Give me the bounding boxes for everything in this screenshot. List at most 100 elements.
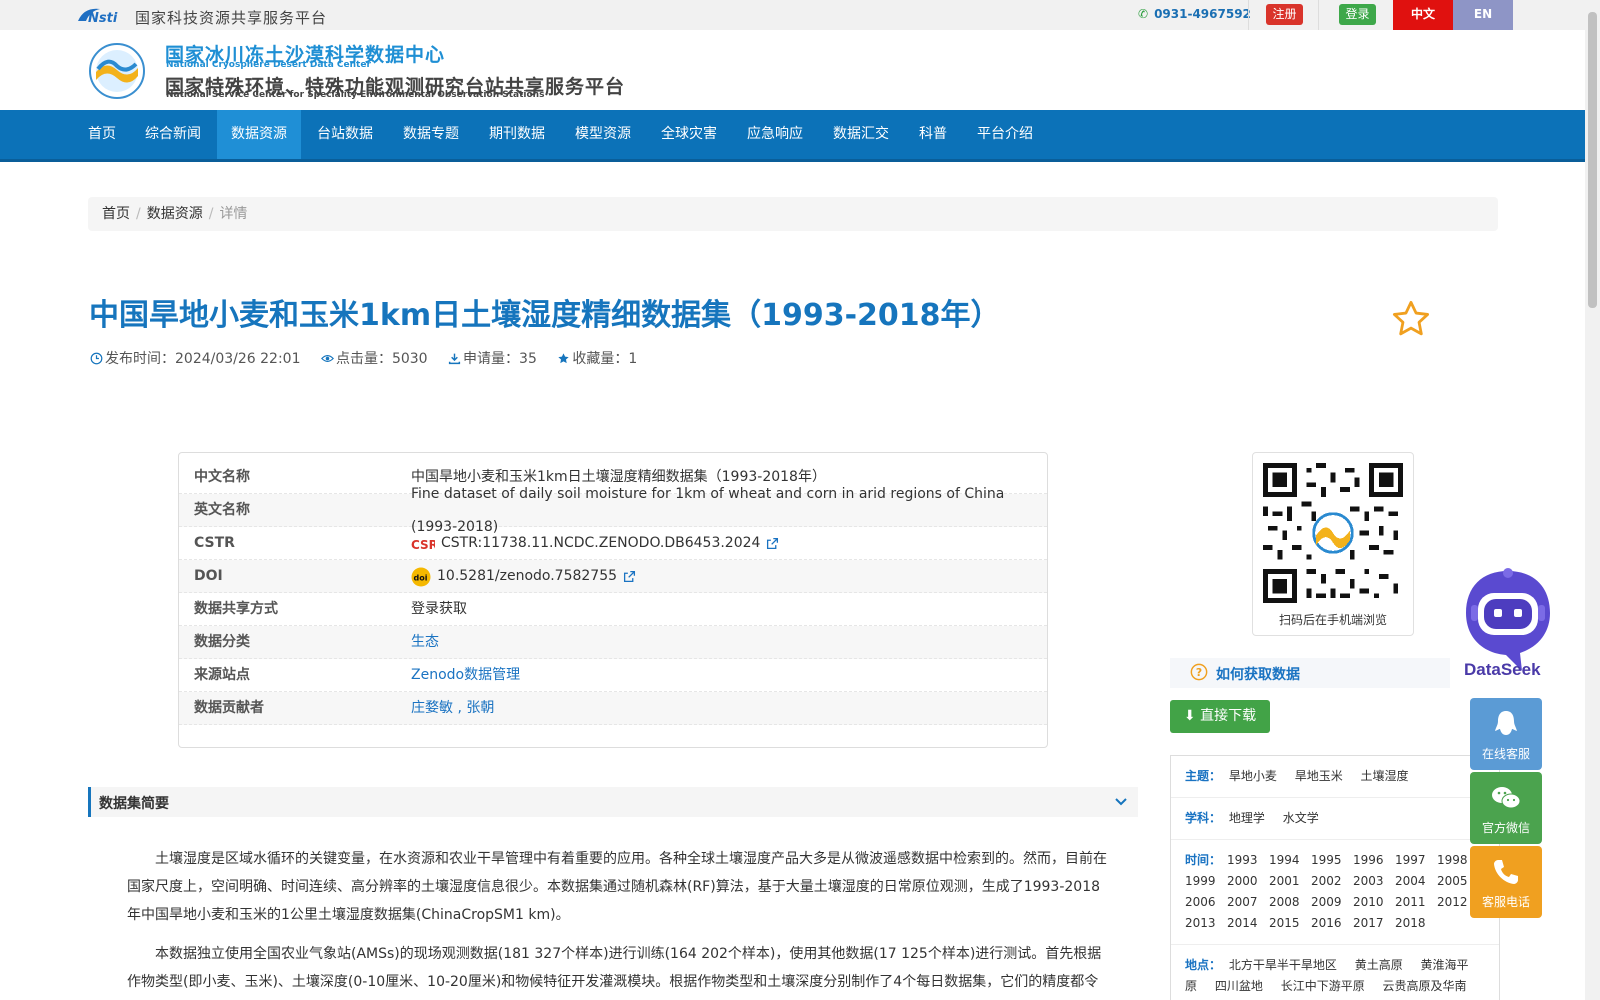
lang-zh-button[interactable]: 中文 <box>1393 0 1453 30</box>
source-site-link[interactable]: Zenodo数据管理 <box>411 659 520 692</box>
lang-en-button[interactable]: EN <box>1453 0 1513 30</box>
data-center-logo-icon[interactable] <box>88 42 146 100</box>
nav-item-data-submission[interactable]: 数据汇交 <box>819 110 903 159</box>
tag-year[interactable]: 2011 <box>1395 892 1433 913</box>
service-phone-label: 客服电话 <box>1481 895 1530 909</box>
tag-year[interactable]: 2003 <box>1353 871 1391 892</box>
tag-year[interactable]: 2006 <box>1185 892 1223 913</box>
tag-place[interactable]: 四川盆地 <box>1215 979 1263 993</box>
nav-item-global-disasters[interactable]: 全球灾害 <box>647 110 731 159</box>
tag-year[interactable]: 1997 <box>1395 850 1433 871</box>
nav-item-home[interactable]: 首页 <box>74 110 130 159</box>
click-count: 点击量：5030 <box>335 351 428 367</box>
tag-year[interactable]: 2004 <box>1395 871 1433 892</box>
nav-item-data-resources[interactable]: 数据资源 <box>217 110 301 159</box>
info-row-doi: DOI doi 10.5281/zenodo.7582755 <box>179 560 1047 593</box>
tag-place[interactable]: 北方干旱半干旱地区 <box>1229 958 1337 972</box>
qr-label: 扫码后在手机端浏览 <box>1278 613 1387 627</box>
tag-topic[interactable]: 旱地玉米 <box>1295 769 1343 783</box>
info-label: 英文名称 <box>194 502 250 518</box>
login-button[interactable]: 登录 <box>1339 4 1376 25</box>
svg-text:doi: doi <box>414 573 428 582</box>
nav-item-about[interactable]: 平台介绍 <box>963 110 1047 159</box>
nav-item-model-resources[interactable]: 模型资源 <box>561 110 645 159</box>
summary-paragraph: 土壤湿度是区域水循环的关键变量，在水资源和农业干旱管理中有着重要的应用。各种全球… <box>127 851 1107 923</box>
tag-year[interactable]: 1994 <box>1269 850 1307 871</box>
info-row-cstr: CSTR CSR CSTR:11738.11.NCDC.ZENODO.DB645… <box>179 527 1047 560</box>
favorite-star-icon[interactable] <box>1390 298 1432 340</box>
tag-year[interactable]: 2000 <box>1227 871 1265 892</box>
download-icon: ⬇ <box>1183 708 1196 724</box>
tag-year[interactable]: 2013 <box>1185 913 1223 934</box>
tag-place[interactable]: 长江中下游平原 <box>1281 979 1365 993</box>
dataseek-label[interactable]: DataSeek <box>1464 660 1541 680</box>
service-phone-button[interactable]: 客服电话 <box>1470 846 1542 918</box>
chat-penguin-icon <box>1495 711 1517 735</box>
top-bar: Nsti 国家科技资源共享服务平台 ✆ 0931-4967592 注册 登录 中文… <box>0 0 1585 30</box>
question-icon: ? <box>1190 663 1208 681</box>
doi-value[interactable]: 10.5281/zenodo.7582755 <box>437 560 617 593</box>
phone-icon: ✆ <box>1138 7 1149 21</box>
cstr-value[interactable]: CSTR:11738.11.NCDC.ZENODO.DB6453.2024 <box>441 527 760 560</box>
nav-item-emergency[interactable]: 应急响应 <box>733 110 817 159</box>
info-label: 数据分类 <box>194 634 250 650</box>
how-to-get-label[interactable]: 如何获取数据 <box>1216 664 1300 684</box>
tag-place[interactable]: 黄土高原 <box>1355 958 1403 972</box>
nav-item-news[interactable]: 综合新闻 <box>131 110 215 159</box>
page-title: 中国旱地小麦和玉米1km日土壤湿度精细数据集（1993-2018年） <box>89 298 1001 333</box>
tag-year[interactable]: 2016 <box>1311 913 1349 934</box>
tag-year[interactable]: 1995 <box>1311 850 1349 871</box>
tag-year[interactable]: 2008 <box>1269 892 1307 913</box>
tag-year[interactable]: 1993 <box>1227 850 1265 871</box>
tag-subject[interactable]: 水文学 <box>1283 811 1319 825</box>
tag-year[interactable]: 2007 <box>1227 892 1265 913</box>
external-link-icon[interactable] <box>623 570 636 583</box>
tag-year[interactable]: 2017 <box>1353 913 1391 934</box>
tag-subject[interactable]: 地理学 <box>1229 811 1265 825</box>
chevron-down-icon[interactable] <box>1114 795 1128 809</box>
nav-item-data-topics[interactable]: 数据专题 <box>389 110 473 159</box>
register-button[interactable]: 注册 <box>1266 4 1303 25</box>
main-nav: 首页 综合新闻 数据资源 台站数据 数据专题 期刊数据 模型资源 全球灾害 应急… <box>0 110 1585 162</box>
dataset-info-table: 中文名称 中国旱地小麦和玉米1km日土壤湿度精细数据集（1993-2018年） … <box>178 452 1048 748</box>
tag-year[interactable]: 2015 <box>1269 913 1307 934</box>
place-tags: 地点： 北方干旱半干旱地区 黄土高原 黄淮海平原 四川盆地 长江中下游平原 云贵… <box>1171 945 1499 1000</box>
tag-year[interactable]: 2010 <box>1353 892 1391 913</box>
tag-year[interactable]: 2018 <box>1395 913 1433 934</box>
tag-topic[interactable]: 旱地小麦 <box>1229 769 1277 783</box>
tags-panel: 主题： 旱地小麦 旱地玉米 土壤湿度 学科： 地理学 水文学 时间： 1993 19… <box>1170 755 1500 1000</box>
summary-header[interactable]: 数据集简要 <box>88 787 1138 817</box>
favorite-count: 收藏量：1 <box>572 351 638 367</box>
nav-item-journal-data[interactable]: 期刊数据 <box>475 110 559 159</box>
breadcrumb-home[interactable]: 首页 <box>102 206 130 222</box>
how-to-get-data[interactable]: ? 如何获取数据 <box>1170 658 1450 688</box>
platform-name[interactable]: 国家科技资源共享服务平台 <box>135 7 327 28</box>
breadcrumb-data-resources[interactable]: 数据资源 <box>147 206 203 222</box>
tag-year[interactable]: 2009 <box>1311 892 1349 913</box>
divider <box>1318 0 1319 30</box>
external-link-icon[interactable] <box>766 537 779 550</box>
star-filled-icon <box>558 352 569 363</box>
info-label: 数据贡献者 <box>194 700 264 716</box>
nav-item-science[interactable]: 科普 <box>905 110 961 159</box>
online-service-button[interactable]: 在线客服 <box>1470 698 1542 770</box>
category-link[interactable]: 生态 <box>411 626 439 659</box>
tag-year[interactable]: 2001 <box>1269 871 1307 892</box>
direct-download-button[interactable]: ⬇ 直接下载 <box>1170 700 1270 733</box>
contributors-link[interactable]: 庄婺敏 , 张朝 <box>411 692 494 725</box>
publish-time: 发布时间：2024/03/26 22:01 <box>105 351 301 367</box>
nsti-logo-icon[interactable]: Nsti <box>76 5 126 25</box>
tag-year[interactable]: 1996 <box>1353 850 1391 871</box>
wechat-button[interactable]: 官方微信 <box>1470 772 1542 844</box>
qr-code-icon <box>1263 463 1403 603</box>
tag-year[interactable]: 1999 <box>1185 871 1223 892</box>
summary-title: 数据集简要 <box>99 796 169 812</box>
tag-year[interactable]: 2002 <box>1311 871 1349 892</box>
nav-item-station-data[interactable]: 台站数据 <box>303 110 387 159</box>
scrollbar-thumb[interactable] <box>1588 12 1597 308</box>
page-scrollbar[interactable] <box>1585 0 1600 1000</box>
breadcrumb-current: 详情 <box>219 206 248 222</box>
cstr-logo-icon: CSR <box>411 538 435 551</box>
tag-topic[interactable]: 土壤湿度 <box>1361 769 1409 783</box>
tag-year[interactable]: 2014 <box>1227 913 1265 934</box>
